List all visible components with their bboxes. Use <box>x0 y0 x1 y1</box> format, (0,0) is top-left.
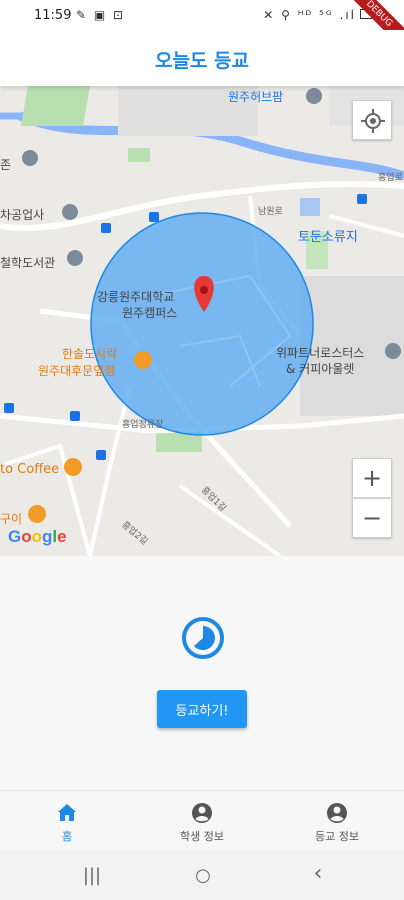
map-canvas <box>0 86 404 556</box>
account-circle-icon <box>327 803 347 823</box>
map-label-coffee-outlet: & 커피아울렛 <box>286 362 355 376</box>
nav-item-student-info[interactable]: 학생 정보 <box>135 801 269 844</box>
minus-icon: − <box>361 504 383 532</box>
timer-icon <box>182 617 224 659</box>
google-logo: Google <box>8 527 67 546</box>
nav-item-checkin-info[interactable]: 등교 정보 <box>270 801 404 844</box>
map-label-rest: 토둔소류지 <box>298 230 358 245</box>
map-label-restaurant-branch: 원주대후문앞점 <box>38 364 116 378</box>
plus-icon: + <box>361 464 383 492</box>
status-time: 11:59 <box>34 8 72 23</box>
status-notification-icons: ✎ ▣ ⊡ <box>76 8 126 22</box>
map-label-school: 강릉원주대학교 <box>97 290 175 304</box>
bottom-navigation: 홈 학생 정보 등교 정보 <box>0 790 404 850</box>
nav-label-home: 홈 <box>61 830 73 843</box>
map-label-coffee: to Coffee <box>0 462 60 477</box>
crosshair-icon <box>361 109 385 133</box>
map-label-campus: 원주캠퍼스 <box>122 306 178 320</box>
road-label-5: 흥업정류장 <box>122 420 164 430</box>
road-label-3: 흥업로 <box>378 173 403 183</box>
recent-apps-icon[interactable]: ||| <box>77 865 107 886</box>
geofence-circle <box>90 212 314 436</box>
map-label-library: 철학도서관 <box>0 256 56 270</box>
app-bar: 오늘도 등교 <box>0 30 404 86</box>
map-label-park: 원주허브팜 <box>228 90 284 104</box>
my-location-button[interactable] <box>352 100 392 140</box>
zoom-in-button[interactable]: + <box>352 458 392 498</box>
map-label-gui: 구이 <box>0 512 23 526</box>
zoom-out-button[interactable]: − <box>352 498 392 538</box>
back-icon[interactable]: ‹ <box>303 861 333 886</box>
nav-item-home[interactable]: 홈 <box>0 801 134 844</box>
status-system-icons: ✕ ⚲ ᴴᴰ ⁵ᴳ .ıl <box>263 8 356 22</box>
status-bar: 11:59 ✎ ▣ ⊡ ✕ ⚲ ᴴᴰ ⁵ᴳ .ıl DEBUG <box>0 0 404 59</box>
map-label-industry: 차공업사 <box>0 208 45 222</box>
checkin-button[interactable]: 등교하기! <box>157 690 247 728</box>
map-label-restaurant: 한솔도시락 <box>62 347 118 361</box>
account-circle-icon <box>192 803 212 823</box>
map-label-zone: 존 <box>0 158 12 172</box>
road-label-4: 남원로 <box>258 207 283 217</box>
checkin-panel: 등교하기! <box>0 556 404 790</box>
nav-label-checkin-info: 등교 정보 <box>315 830 359 843</box>
system-navigation-bar: ||| ○ ‹ <box>0 850 404 900</box>
home-icon <box>58 804 76 821</box>
nav-label-student-info: 학생 정보 <box>180 830 224 843</box>
map-label-roaster: 위파트너로스터스 <box>276 346 365 360</box>
map-view[interactable]: 원주허브팜 존 차공업사 철학도서관 토둔소류지 강릉원주대학교 원주캠퍼스 한… <box>0 86 404 556</box>
page-title: 오늘도 등교 <box>154 50 249 72</box>
home-circle-icon[interactable]: ○ <box>188 865 218 886</box>
